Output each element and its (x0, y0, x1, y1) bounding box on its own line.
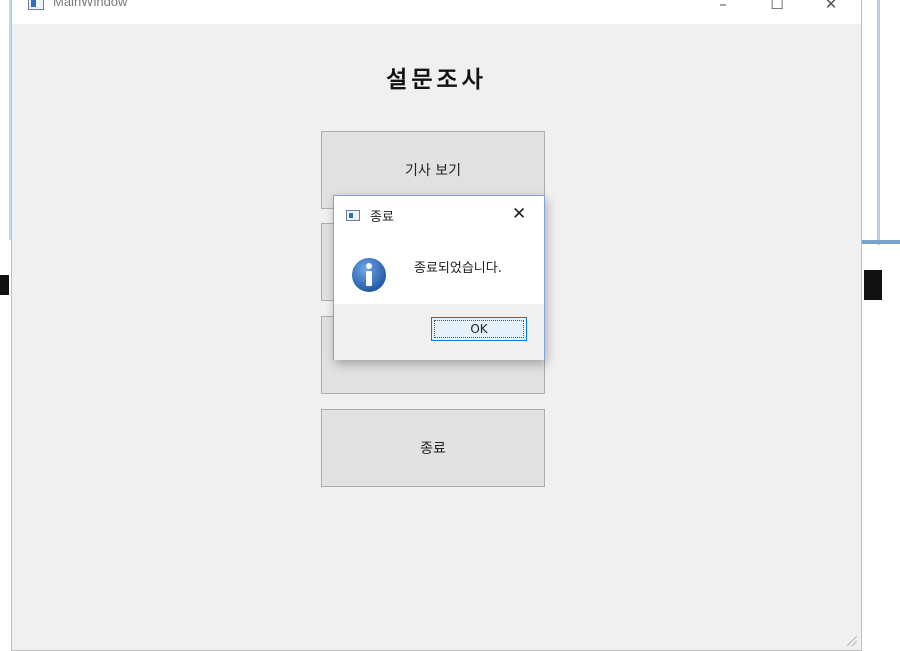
exit-button[interactable]: 종료 (321, 409, 545, 487)
ok-button-label: OK (470, 322, 488, 336)
window-title: MainWindow (53, 0, 128, 9)
minimize-button[interactable]: – (700, 0, 746, 15)
exit-dialog: 종료 ✕ 종료되었습니다. OK (333, 195, 545, 360)
maximize-button[interactable]: ☐ (754, 0, 800, 15)
background-window-edge-right (877, 0, 880, 245)
information-icon (350, 256, 388, 294)
dialog-button-area: OK (334, 304, 544, 360)
resize-grip[interactable] (847, 636, 857, 646)
desktop-background-right (862, 0, 900, 651)
title-bar[interactable]: MainWindow – ☐ ✕ (12, 0, 861, 24)
desktop-dark-marker-right (864, 270, 882, 300)
dialog-close-button[interactable]: ✕ (512, 204, 526, 224)
desktop-dark-marker-left (0, 275, 9, 295)
exit-button-label: 종료 (420, 441, 446, 457)
ok-button[interactable]: OK (431, 317, 527, 341)
close-window-button[interactable]: ✕ (808, 0, 854, 15)
dialog-message: 종료되었습니다. (414, 261, 502, 276)
background-window-border-right (862, 240, 900, 244)
view-articles-label: 기사 보기 (405, 163, 461, 179)
dialog-title: 종료 (370, 210, 394, 225)
dialog-window-icon (346, 210, 360, 221)
page-title: 설문조사 (386, 66, 487, 93)
app-window-icon (28, 0, 44, 10)
